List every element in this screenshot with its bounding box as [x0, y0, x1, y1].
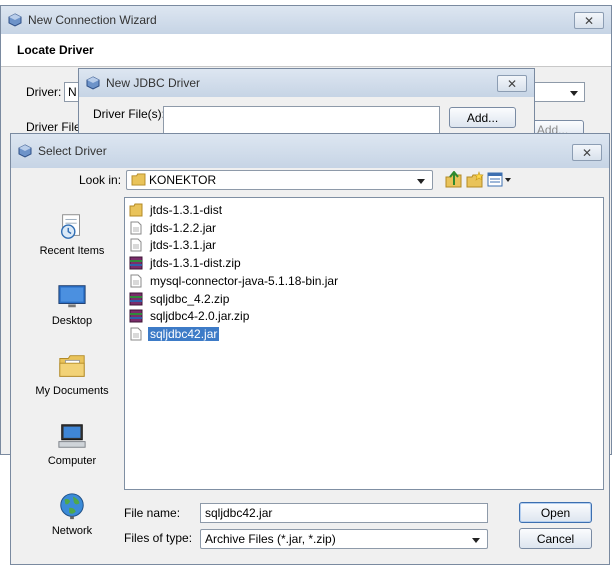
- select-title: Select Driver: [38, 144, 107, 158]
- view-menu-icon[interactable]: [487, 172, 513, 188]
- jdbc-titlebar[interactable]: New JDBC Driver ✕: [79, 69, 534, 97]
- driver-file-label: Driver File: [26, 120, 81, 134]
- my-documents-icon: [59, 355, 85, 377]
- network-icon: [60, 493, 84, 520]
- place-desktop[interactable]: Desktop: [31, 281, 113, 327]
- wizard-header-band: Locate Driver: [1, 34, 611, 67]
- jdbc-add-button[interactable]: Add...: [449, 107, 516, 128]
- driver-files-label: Driver File(s):: [93, 107, 165, 121]
- jar-file-icon: [129, 274, 143, 288]
- look-in-value: KONEKTOR: [149, 173, 217, 187]
- wizard-titlebar[interactable]: New Connection Wizard ✕: [1, 6, 611, 34]
- file-item[interactable]: jtds-1.2.2.jar: [129, 220, 218, 236]
- window-cube-icon: [18, 144, 32, 158]
- zip-file-icon: [129, 292, 143, 306]
- window-cube-icon: [8, 13, 22, 27]
- file-item-name: jtds-1.2.2.jar: [150, 220, 217, 235]
- cancel-button[interactable]: Cancel: [519, 528, 592, 549]
- file-item[interactable]: jtds-1.3.1-dist.zip: [129, 255, 243, 271]
- files-of-type-label: Files of type:: [124, 531, 193, 545]
- jar-file-icon: [129, 327, 143, 341]
- select-titlebar[interactable]: Select Driver ✕: [11, 134, 609, 168]
- jdbc-add-label: Add...: [466, 110, 499, 125]
- open-button[interactable]: Open: [519, 502, 592, 523]
- file-item[interactable]: sqljdbc42.jar: [129, 325, 221, 342]
- file-item-name: jtds-1.3.1-dist.zip: [150, 256, 241, 271]
- place-computer[interactable]: Computer: [31, 421, 113, 467]
- place-label: Recent Items: [39, 245, 105, 257]
- zip-file-icon: [129, 256, 143, 270]
- file-list[interactable]: jtds-1.3.1-dist jtds-1.2.2.jar jtds-1.3.1.…: [124, 197, 604, 490]
- look-in-combo[interactable]: KONEKTOR: [126, 170, 433, 190]
- driver-label: Driver:: [26, 85, 62, 99]
- new-folder-icon[interactable]: [466, 171, 484, 189]
- place-my-documents[interactable]: My Documents: [31, 351, 113, 397]
- file-item-name: sqljdbc_4.2.zip: [150, 291, 230, 306]
- file-item[interactable]: mysql-connector-java-5.1.18-bin.jar: [129, 273, 340, 289]
- file-item-name: mysql-connector-java-5.1.18-bin.jar: [150, 273, 339, 288]
- file-name-value: sqljdbc42.jar: [205, 506, 273, 520]
- file-name-input[interactable]: sqljdbc42.jar: [200, 503, 488, 523]
- place-label: Network: [51, 525, 93, 537]
- computer-icon: [58, 424, 86, 448]
- file-item[interactable]: sqljdbc_4.2.zip: [129, 291, 231, 307]
- section-heading: Locate Driver: [17, 43, 94, 57]
- file-item-name: sqljdbc42.jar: [146, 325, 221, 342]
- file-item[interactable]: sqljdbc4-2.0.jar.zip: [129, 308, 251, 324]
- zip-file-icon: [129, 309, 143, 323]
- driver-combo-value: N: [68, 85, 77, 99]
- jdbc-close-button[interactable]: ✕: [497, 75, 527, 92]
- files-of-type-value: Archive Files (*.jar, *.zip): [205, 532, 336, 546]
- file-item-name: jtds-1.3.1.jar: [150, 238, 217, 253]
- file-item[interactable]: jtds-1.3.1-dist: [129, 202, 224, 218]
- cancel-label: Cancel: [536, 531, 575, 546]
- open-label: Open: [540, 505, 571, 520]
- jdbc-title: New JDBC Driver: [106, 76, 201, 90]
- wizard-title: New Connection Wizard: [28, 13, 157, 27]
- place-recent-items[interactable]: Recent Items: [31, 211, 113, 257]
- desktop-icon: [58, 285, 86, 308]
- place-label: My Documents: [35, 385, 109, 397]
- jar-file-icon: [129, 221, 143, 235]
- up-folder-icon[interactable]: [445, 171, 463, 189]
- recent-items-icon: [60, 214, 80, 239]
- files-of-type-combo[interactable]: Archive Files (*.jar, *.zip): [200, 529, 488, 549]
- chevron-down-icon: [570, 91, 578, 96]
- chevron-down-icon: [472, 538, 480, 543]
- select-close-button[interactable]: ✕: [572, 144, 602, 161]
- places-bar: Recent Items Desktop My Documents Comput…: [29, 199, 115, 549]
- folder-icon: [131, 173, 146, 186]
- place-label: Computer: [47, 455, 97, 467]
- jar-file-icon: [129, 238, 143, 252]
- look-in-label: Look in:: [79, 173, 122, 187]
- file-item[interactable]: jtds-1.3.1.jar: [129, 237, 218, 253]
- file-item-name: jtds-1.3.1-dist: [150, 203, 223, 217]
- folder-file-icon: [129, 203, 143, 217]
- place-network[interactable]: Network: [31, 491, 113, 537]
- file-item-name: sqljdbc4-2.0.jar.zip: [150, 309, 250, 324]
- chevron-down-icon: [417, 179, 425, 184]
- place-label: Desktop: [51, 315, 93, 327]
- file-name-label: File name:: [124, 506, 181, 520]
- window-cube-icon: [86, 76, 100, 90]
- select-driver-window: Select Driver ✕ Look in: KONEKTOR Recent…: [10, 133, 610, 565]
- wizard-close-button[interactable]: ✕: [574, 12, 604, 29]
